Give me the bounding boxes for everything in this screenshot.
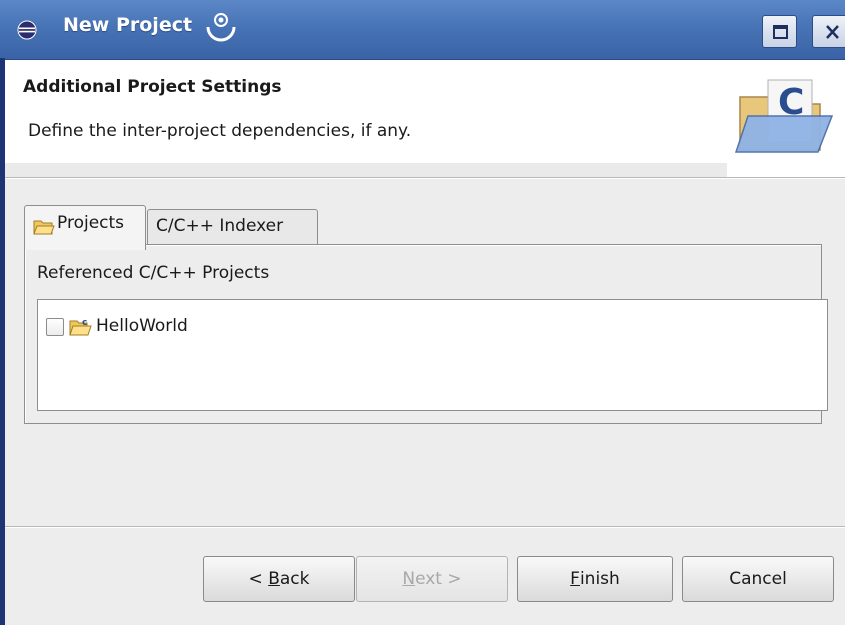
wizard-header: Additional Project Settings Define the i…: [5, 60, 845, 177]
project-name: HelloWorld: [96, 316, 188, 336]
tab-projects[interactable]: Projects: [24, 205, 146, 250]
finish-button[interactable]: Finish: [517, 556, 673, 602]
page-title: Additional Project Settings: [23, 77, 282, 97]
back-rest: ack: [279, 569, 310, 589]
folder-icon: [33, 220, 55, 235]
header-strip: [5, 163, 727, 177]
eclipse-app-icon: [17, 20, 37, 40]
button-separator: [5, 526, 845, 528]
new-project-dialog: New Project Additional Project Settings …: [0, 0, 845, 625]
back-mnemonic: B: [268, 569, 280, 589]
referenced-projects-list[interactable]: c HelloWorld: [37, 299, 828, 411]
busy-icon: [206, 13, 236, 42]
page-description: Define the inter-project dependencies, i…: [5, 117, 727, 163]
close-button[interactable]: [812, 15, 845, 48]
window-title: New Project: [63, 14, 193, 36]
maximize-icon: [773, 25, 788, 39]
header-separator: [5, 177, 845, 179]
maximize-button[interactable]: [762, 15, 797, 48]
back-button[interactable]: < Back: [203, 556, 355, 602]
next-rest: ext >: [415, 569, 462, 589]
tab-cpp-indexer[interactable]: C/C++ Indexer: [147, 209, 318, 245]
helloworld-checkbox[interactable]: [46, 318, 64, 336]
next-button[interactable]: Next >: [356, 556, 508, 602]
c-project-folder-icon: C: [734, 79, 834, 153]
close-icon: [826, 25, 839, 39]
c-project-icon: c: [69, 318, 92, 336]
title-bar[interactable]: New Project: [0, 0, 845, 60]
cancel-button[interactable]: Cancel: [682, 556, 834, 602]
next-mnemonic: N: [402, 569, 416, 589]
referenced-projects-label: Referenced C/C++ Projects: [37, 263, 270, 283]
back-pre: <: [248, 569, 269, 589]
svg-text:c: c: [82, 318, 87, 328]
finish-mnemonic: F: [570, 569, 580, 589]
projects-tab-panel: Referenced C/C++ Projects c HelloWorld: [24, 244, 828, 424]
finish-rest: inish: [579, 569, 620, 589]
tab-projects-label: Projects: [57, 213, 125, 233]
